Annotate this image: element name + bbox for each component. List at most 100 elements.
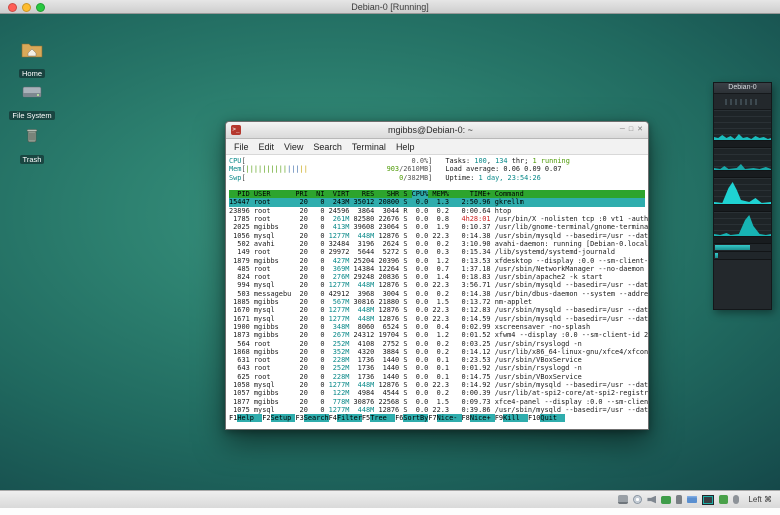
process-row[interactable]: 503 messagebu 20 0 42912 3968 3004 S 0.0… bbox=[229, 290, 645, 298]
desktop-icon-label: File System bbox=[9, 111, 54, 120]
fkey-f5-button[interactable]: F5Tree bbox=[362, 414, 395, 422]
process-row[interactable]: 1877 mgibbs 20 0 778M 30876 22568 S 0.0 … bbox=[229, 398, 645, 406]
process-row[interactable]: 149 root 20 0 29972 5644 5272 S 0.0 0.3 … bbox=[229, 248, 645, 256]
desktop-icon-filesystem[interactable]: File System bbox=[9, 83, 55, 123]
terminal-title: mgibbs@Debian-0: ~ bbox=[241, 125, 620, 135]
desktop-icon-label: Trash bbox=[20, 155, 45, 164]
stat-line: Load average: 0.06 0.09 0.07 bbox=[445, 165, 645, 173]
terminal-window[interactable]: >_ mgibbs@Debian-0: ~ ─ □ ✕ FileEditView… bbox=[225, 121, 649, 430]
net-chart bbox=[714, 212, 771, 237]
process-row[interactable]: 1075 mysql 20 0 1277M 448M 12876 S 0.0 2… bbox=[229, 406, 645, 414]
process-row[interactable]: 15447 root 20 0 243M 35012 20800 S 0.0 1… bbox=[229, 198, 645, 206]
fkey-f8-button[interactable]: F8Nice+ bbox=[462, 414, 495, 422]
menu-item-help[interactable]: Help bbox=[391, 142, 420, 152]
fkey-f2-button[interactable]: F2Setup bbox=[262, 414, 295, 422]
process-row[interactable]: 1671 mysql 20 0 1277M 448M 12876 S 0.0 2… bbox=[229, 315, 645, 323]
menu-item-file[interactable]: File bbox=[229, 142, 254, 152]
stat-line: Uptime: 1 day, 23:54:26 bbox=[445, 174, 645, 182]
terminal-maximize-icon[interactable]: □ bbox=[629, 125, 633, 135]
virtualization-icon[interactable] bbox=[719, 495, 728, 504]
home-folder-icon bbox=[21, 41, 43, 59]
gkrellm-footer bbox=[714, 260, 771, 309]
window-title: Debian-0 [Running] bbox=[0, 2, 780, 12]
host-key-label: Left ⌘ bbox=[748, 495, 772, 504]
process-row[interactable]: 625 root 20 0 228M 1736 1440 S 0.0 0.1 0… bbox=[229, 373, 645, 381]
terminal-app-icon: >_ bbox=[231, 125, 241, 135]
network-icon[interactable] bbox=[661, 496, 671, 504]
mem-meter-bar bbox=[714, 244, 771, 252]
process-row[interactable]: 1670 mysql 20 0 1277M 448M 12876 S 0.0 2… bbox=[229, 306, 645, 314]
fkey-f6-button[interactable]: F6SortBy bbox=[395, 414, 428, 422]
usb-icon[interactable] bbox=[676, 495, 682, 504]
fkey-f3-button[interactable]: F3Search bbox=[295, 414, 328, 422]
desktop-icon-label: Home bbox=[19, 69, 45, 78]
process-row[interactable]: 1900 mgibbs 20 0 348M 8060 6524 S 0.0 0.… bbox=[229, 323, 645, 331]
process-row[interactable]: 485 root 20 0 369M 14384 12264 S 0.0 0.7… bbox=[229, 265, 645, 273]
gkrellm-clock bbox=[714, 93, 771, 110]
fkey-f1-button[interactable]: F1Help bbox=[229, 414, 262, 422]
menu-item-search[interactable]: Search bbox=[308, 142, 347, 152]
function-key-bar: F1Help F2Setup F3SearchF4FilterF5Tree F6… bbox=[229, 414, 645, 422]
vbox-status-bar: Left ⌘ bbox=[0, 490, 780, 508]
display-icon[interactable] bbox=[702, 495, 714, 505]
swap-meter-bar bbox=[714, 252, 771, 260]
process-row[interactable]: 1058 mysql 20 0 1277M 448M 12876 S 0.0 2… bbox=[229, 381, 645, 389]
process-row[interactable]: 1785 root 20 0 261M 82580 22676 S 0.0 0.… bbox=[229, 215, 645, 223]
process-row[interactable]: 1056 mysql 20 0 1277M 448M 12876 S 0.0 2… bbox=[229, 232, 645, 240]
menu-item-terminal[interactable]: Terminal bbox=[347, 142, 391, 152]
desktop-icon-trash[interactable]: Trash bbox=[9, 127, 55, 167]
terminal-title-bar[interactable]: >_ mgibbs@Debian-0: ~ ─ □ ✕ bbox=[226, 122, 648, 139]
vbox-title-bar: Debian-0 [Running] bbox=[0, 0, 780, 14]
mouse-icon[interactable] bbox=[733, 495, 739, 504]
fkey-f7-button[interactable]: F7Nice- bbox=[428, 414, 461, 422]
swp-meter: Swp[0/382MB] bbox=[229, 174, 445, 182]
stat-line: Tasks: 100, 134 thr; 1 running bbox=[445, 157, 645, 165]
cpu-meter: CPU[0.0%] bbox=[229, 157, 445, 165]
process-row[interactable]: 1885 mgibbs 20 0 567M 30816 21880 S 0.0 … bbox=[229, 298, 645, 306]
window-bottom-edge bbox=[0, 508, 780, 515]
gkrellm-label-strip bbox=[714, 205, 771, 212]
desktop-icon-home[interactable]: Home bbox=[9, 41, 55, 81]
audio-icon[interactable] bbox=[647, 496, 656, 504]
fkey-f9-button[interactable]: F9Kill bbox=[495, 414, 528, 422]
gkrellm-label-strip bbox=[714, 141, 771, 148]
process-row[interactable]: 1873 mgibbs 20 0 267M 24312 19704 S 0.0 … bbox=[229, 331, 645, 339]
gkrellm-hostname: Debian-0 bbox=[714, 83, 771, 93]
process-row[interactable]: 631 root 20 0 228M 1736 1440 S 0.0 0.1 0… bbox=[229, 356, 645, 364]
cpu-chart bbox=[714, 110, 771, 141]
menu-item-edit[interactable]: Edit bbox=[254, 142, 280, 152]
mem-meter: Mem[|||||||||||||||903/2610MB] bbox=[229, 165, 445, 173]
terminal-close-icon[interactable]: ✕ bbox=[637, 125, 643, 135]
gkrellm-window[interactable]: Debian-0 bbox=[713, 82, 772, 310]
process-row[interactable]: 994 mysql 20 0 1277M 448M 12876 S 0.0 22… bbox=[229, 281, 645, 289]
vm-desktop[interactable]: Home File System Trash >_ mgibbs@Debian-… bbox=[0, 14, 780, 491]
cd-icon[interactable] bbox=[633, 495, 642, 504]
terminal-menu-bar: FileEditViewSearchTerminalHelp bbox=[226, 139, 648, 155]
process-row[interactable]: 564 root 20 0 252M 4108 2752 S 0.0 0.2 0… bbox=[229, 340, 645, 348]
menu-item-view[interactable]: View bbox=[279, 142, 308, 152]
fkey-f4-button[interactable]: F4Filter bbox=[329, 414, 362, 422]
gkrellm-label-strip bbox=[714, 171, 771, 178]
process-row[interactable]: 1057 mgibbs 20 0 122M 4984 4544 S 0.0 0.… bbox=[229, 389, 645, 397]
process-row[interactable]: 824 root 20 0 276M 29248 20836 S 0.0 1.4… bbox=[229, 273, 645, 281]
process-row[interactable]: 23896 root 20 0 24596 3864 3044 R 0.0 0.… bbox=[229, 207, 645, 215]
drive-icon bbox=[21, 83, 43, 101]
hdd-icon[interactable] bbox=[618, 495, 628, 504]
close-button[interactable] bbox=[8, 3, 17, 12]
trash-icon bbox=[21, 127, 43, 145]
proc-chart bbox=[714, 148, 771, 171]
process-row[interactable]: 2025 mgibbs 20 0 413M 39608 23064 S 0.0 … bbox=[229, 223, 645, 231]
process-table-header[interactable]: PID USER PRI NI VIRT RES SHR S CPU% MEM%… bbox=[229, 190, 645, 198]
zoom-button[interactable] bbox=[36, 3, 45, 12]
disk-chart bbox=[714, 178, 771, 205]
process-row[interactable]: 643 root 20 0 252M 1736 1440 S 0.0 0.1 0… bbox=[229, 364, 645, 372]
shared-folder-icon[interactable] bbox=[687, 496, 697, 503]
process-row[interactable]: 1868 mgibbs 20 0 352M 4320 3884 S 0.0 0.… bbox=[229, 348, 645, 356]
fkey-f10-button[interactable]: F10Quit bbox=[528, 414, 565, 422]
process-row[interactable]: 1879 mgibbs 20 0 427M 25204 20396 S 0.0 … bbox=[229, 257, 645, 265]
minimize-button[interactable] bbox=[22, 3, 31, 12]
process-row[interactable]: 502 avahi 20 0 32484 3196 2624 S 0.0 0.2… bbox=[229, 240, 645, 248]
gkrellm-label-strip bbox=[714, 237, 771, 244]
terminal-minimize-icon[interactable]: ─ bbox=[620, 125, 625, 135]
htop-screen[interactable]: CPU[0.0%]Mem[|||||||||||||||903/2610MB]S… bbox=[226, 155, 648, 429]
